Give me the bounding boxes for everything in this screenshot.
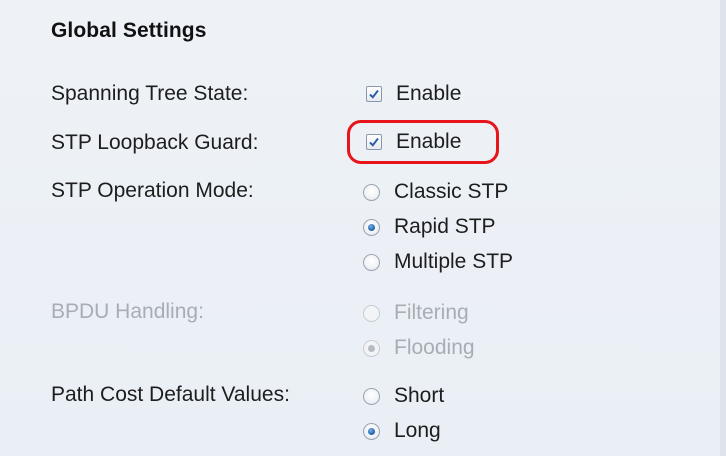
checkmark-icon xyxy=(369,137,379,147)
loopback-guard-checkbox[interactable] xyxy=(366,134,382,150)
path-cost-option-short[interactable]: Short xyxy=(363,381,444,411)
operation-mode-option-rapid[interactable]: Rapid STP xyxy=(363,212,496,242)
loopback-guard-label: STP Loopback Guard: xyxy=(51,131,259,154)
checkmark-icon xyxy=(369,89,379,99)
bpdu-handling-filtering-label: Filtering xyxy=(394,301,469,324)
bpdu-handling-option-filtering: Filtering xyxy=(363,298,469,328)
spanning-tree-state-checkbox[interactable] xyxy=(366,86,382,102)
operation-mode-classic-label: Classic STP xyxy=(394,180,509,203)
operation-mode-label: STP Operation Mode: xyxy=(51,179,254,202)
operation-mode-radio-multiple[interactable] xyxy=(363,253,380,271)
loopback-guard-option[interactable]: Enable xyxy=(366,127,461,157)
spanning-tree-state-option[interactable]: Enable xyxy=(366,79,461,109)
operation-mode-option-multiple[interactable]: Multiple STP xyxy=(363,247,513,277)
path-cost-radio-short[interactable] xyxy=(363,387,380,405)
spanning-tree-state-label: Spanning Tree State: xyxy=(51,82,249,105)
operation-mode-rapid-label: Rapid STP xyxy=(394,215,496,238)
settings-panel: Global Settings Spanning Tree State: Ena… xyxy=(0,0,726,456)
bpdu-handling-radio-filtering xyxy=(363,304,380,322)
path-cost-long-label: Long xyxy=(394,419,441,442)
bpdu-handling-option-flooding: Flooding xyxy=(363,333,475,363)
spanning-tree-state-enable-label: Enable xyxy=(396,82,462,105)
operation-mode-radio-classic[interactable] xyxy=(363,183,380,201)
operation-mode-radio-rapid[interactable] xyxy=(363,218,380,236)
path-cost-label: Path Cost Default Values: xyxy=(51,383,290,406)
section-title: Global Settings xyxy=(51,19,207,42)
bpdu-handling-flooding-label: Flooding xyxy=(394,336,475,359)
loopback-guard-enable-label: Enable xyxy=(396,130,462,153)
bpdu-handling-label: BPDU Handling: xyxy=(51,300,204,323)
bpdu-handling-radio-flooding xyxy=(363,339,380,357)
operation-mode-option-classic[interactable]: Classic STP xyxy=(363,177,508,207)
path-cost-short-label: Short xyxy=(394,384,445,407)
path-cost-option-long[interactable]: Long xyxy=(363,416,441,446)
operation-mode-multiple-label: Multiple STP xyxy=(394,250,514,273)
path-cost-radio-long[interactable] xyxy=(363,422,380,440)
